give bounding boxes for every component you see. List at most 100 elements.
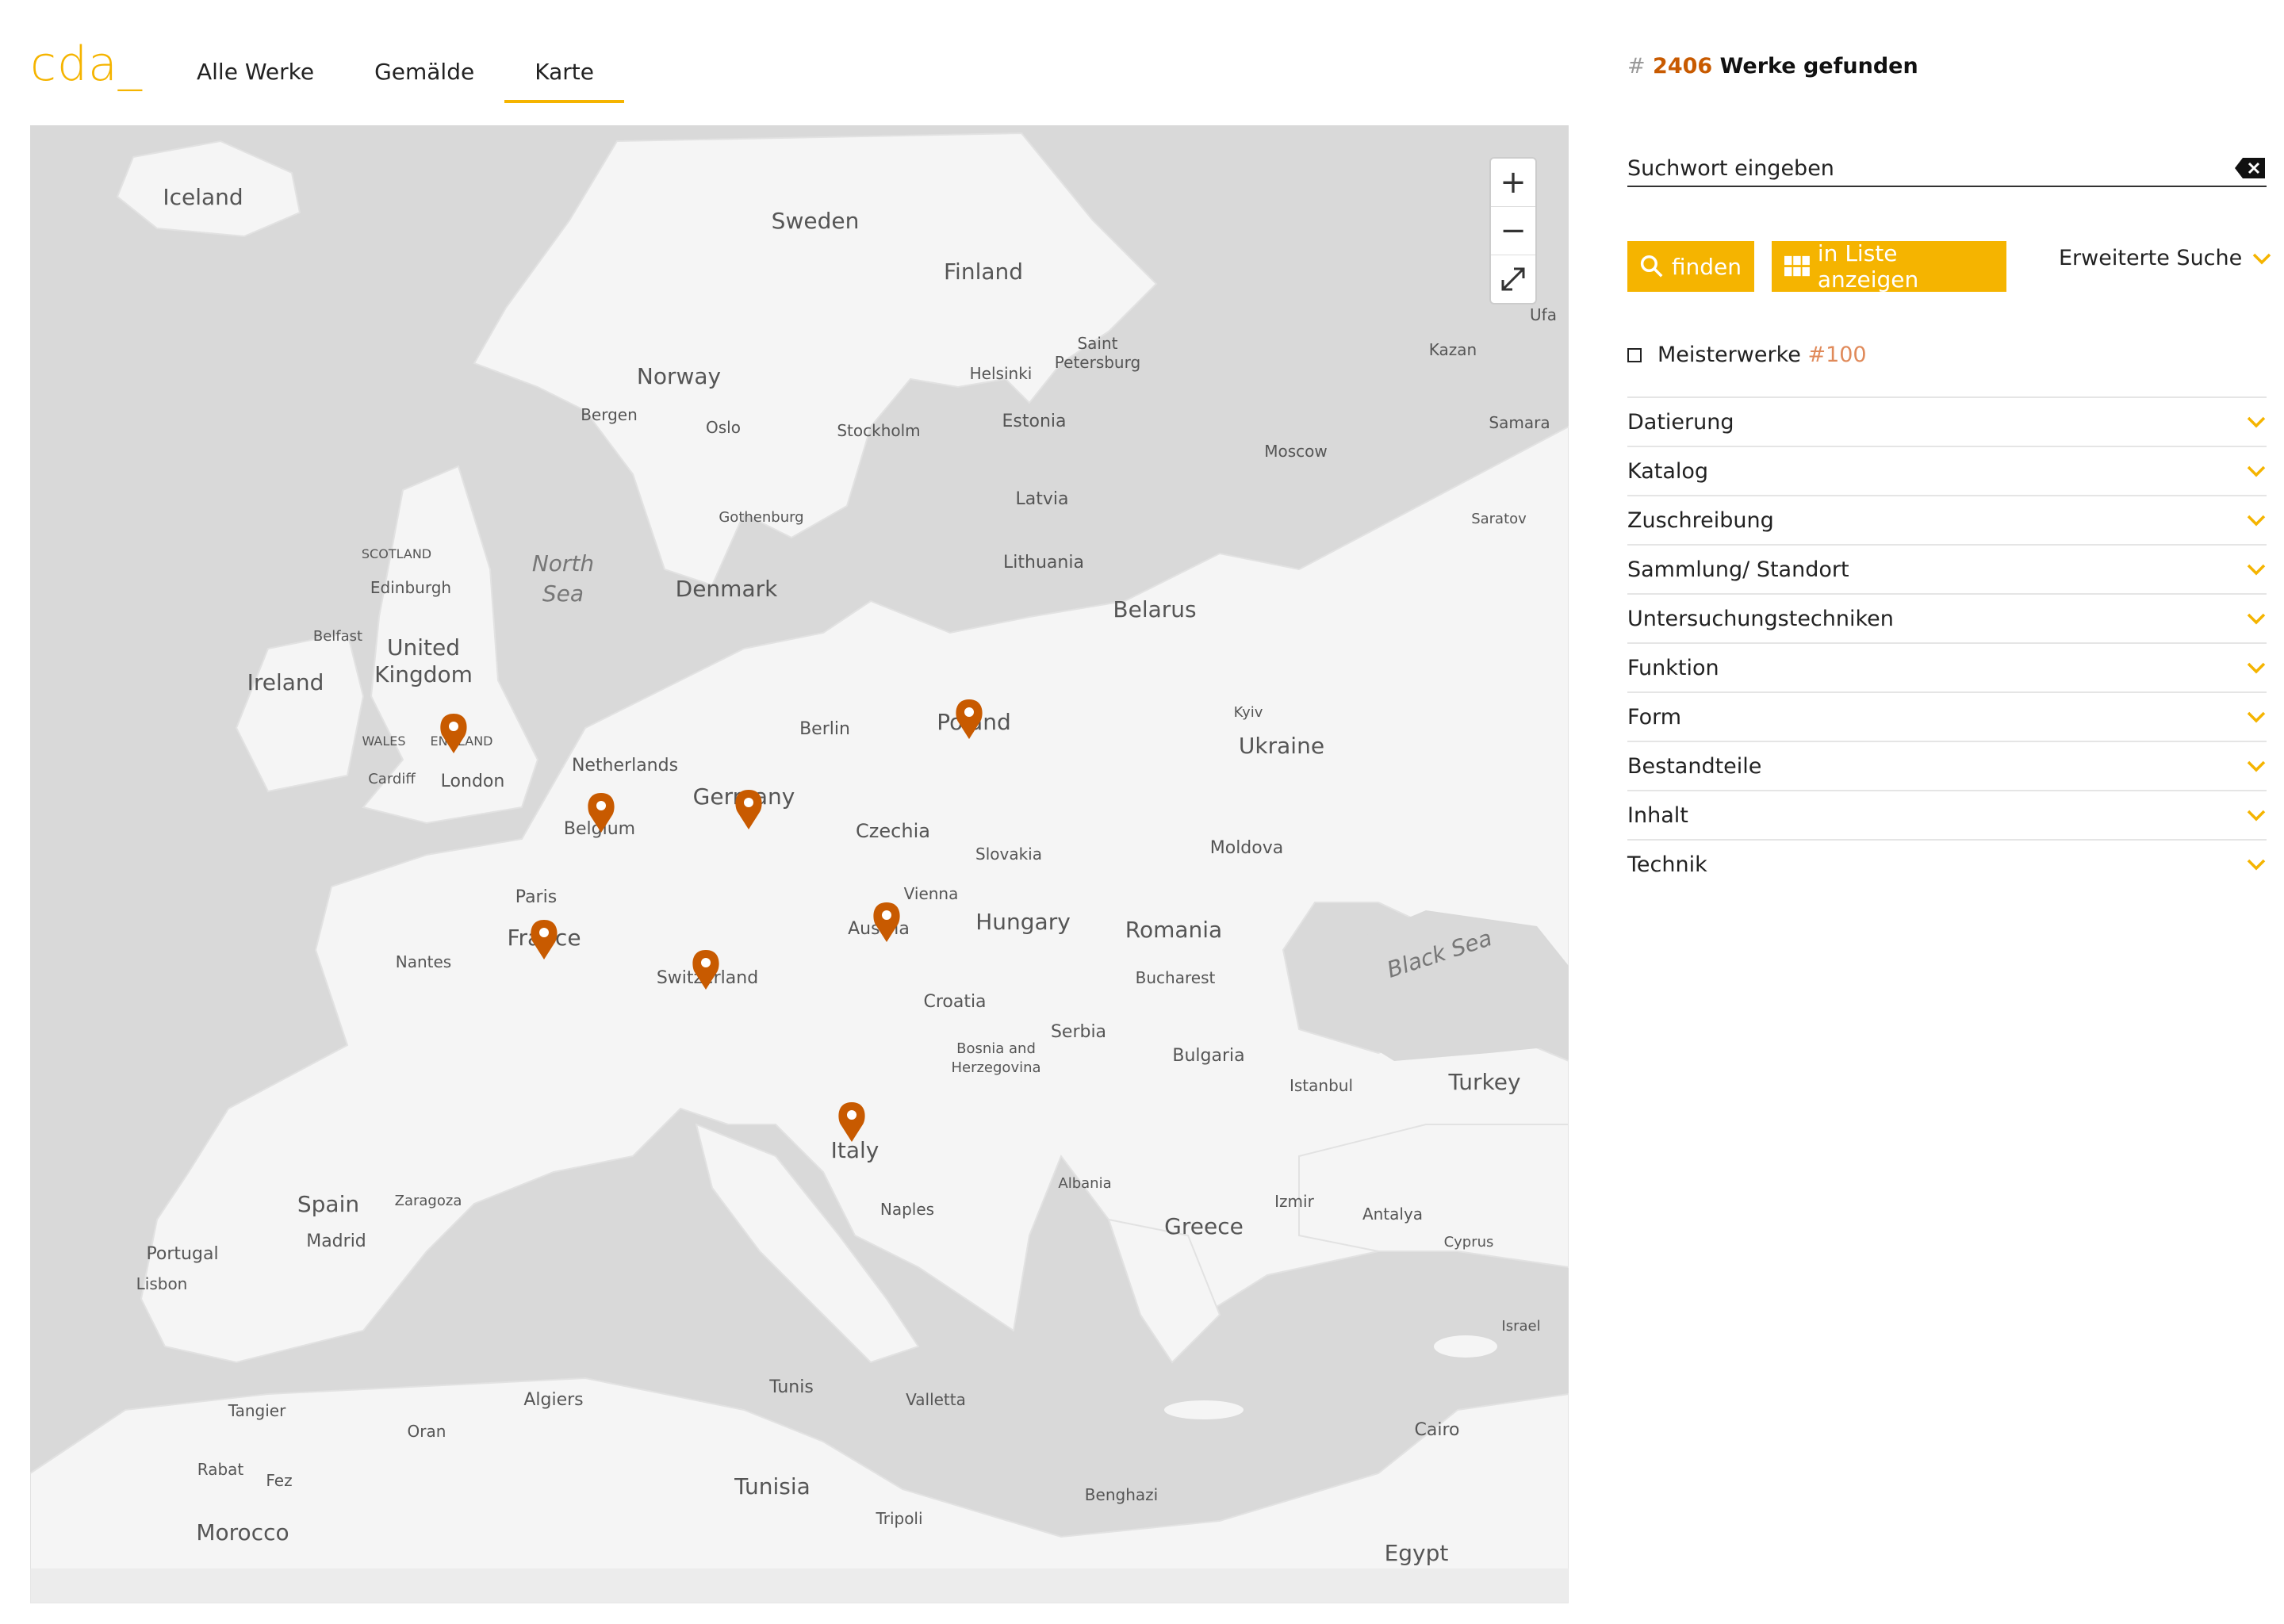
map-view[interactable]: Iceland Sweden Finland Norway Helsinki S… bbox=[30, 125, 1569, 1603]
clear-icon[interactable] bbox=[2235, 156, 2267, 180]
chevron-down-icon bbox=[2247, 515, 2266, 527]
label-denmark: Denmark bbox=[676, 576, 778, 602]
filter-label: Datierung bbox=[1627, 409, 1734, 435]
list-view-button[interactable]: in Liste anzeigen bbox=[1772, 240, 2006, 293]
search-input[interactable] bbox=[1627, 155, 2235, 181]
label-herzegovina: Herzegovina bbox=[951, 1059, 1040, 1076]
label-belarus: Belarus bbox=[1113, 596, 1196, 622]
filter-label: Form bbox=[1627, 704, 1682, 730]
label-scotland: SCOTLAND bbox=[362, 546, 431, 561]
label-stockholm: Stockholm bbox=[837, 421, 920, 440]
masterworks-count: #100 bbox=[1807, 343, 1867, 367]
label-tunis: Tunis bbox=[768, 1377, 814, 1397]
chevron-down-icon bbox=[2247, 416, 2266, 428]
label-benghazi: Benghazi bbox=[1085, 1485, 1158, 1504]
label-slovakia: Slovakia bbox=[975, 845, 1042, 864]
label-kingdom: Kingdom bbox=[374, 661, 473, 688]
label-iceland: Iceland bbox=[163, 184, 243, 210]
label-portugal: Portugal bbox=[146, 1244, 218, 1264]
label-italy: Italy bbox=[831, 1137, 879, 1163]
filter-datierung[interactable]: Datierung bbox=[1627, 396, 2267, 446]
search-icon bbox=[1640, 255, 1663, 278]
land-crete bbox=[1164, 1400, 1244, 1419]
filter-label: Sammlung/ Standort bbox=[1627, 557, 1849, 582]
label-belfast: Belfast bbox=[313, 628, 362, 645]
label-saratov: Saratov bbox=[1471, 511, 1527, 527]
tab-gemaelde[interactable]: Gemälde bbox=[344, 48, 504, 103]
label-morocco: Morocco bbox=[196, 1519, 289, 1545]
zoom-out-button[interactable]: − bbox=[1491, 207, 1535, 255]
label-madrid: Madrid bbox=[306, 1231, 366, 1251]
label-estonia: Estonia bbox=[1002, 412, 1067, 431]
chevron-down-icon bbox=[2247, 465, 2266, 477]
filter-funktion[interactable]: Funktion bbox=[1627, 642, 2267, 691]
label-turkey: Turkey bbox=[1447, 1069, 1520, 1095]
filter-label: Technik bbox=[1627, 852, 1707, 877]
masterworks-label: Meisterwerke bbox=[1657, 343, 1801, 367]
advanced-search-label: Erweiterte Suche bbox=[2059, 246, 2243, 270]
label-lithuania: Lithuania bbox=[1003, 553, 1084, 573]
main-nav: Alle Werke Gemälde Karte bbox=[167, 48, 624, 103]
label-oslo: Oslo bbox=[706, 418, 741, 437]
label-greece: Greece bbox=[1164, 1213, 1244, 1239]
label-nantes: Nantes bbox=[396, 952, 451, 971]
filter-list: Datierung Katalog Zuschreibung Sammlung/… bbox=[1627, 396, 2267, 888]
chevron-down-icon bbox=[2247, 810, 2266, 822]
fullscreen-button[interactable] bbox=[1491, 255, 1535, 303]
label-romania: Romania bbox=[1125, 917, 1222, 943]
filter-label: Bestandteile bbox=[1627, 753, 1762, 779]
filter-inhalt[interactable]: Inhalt bbox=[1627, 790, 2267, 839]
label-tunisia: Tunisia bbox=[734, 1473, 811, 1500]
filter-bestandteile[interactable]: Bestandteile bbox=[1627, 741, 2267, 790]
chevron-down-icon bbox=[2247, 613, 2266, 625]
filter-form[interactable]: Form bbox=[1627, 691, 2267, 741]
label-finland: Finland bbox=[944, 259, 1023, 285]
expand-icon bbox=[1501, 267, 1525, 291]
tab-karte[interactable]: Karte bbox=[504, 48, 624, 103]
label-bosnia: Bosnia and bbox=[956, 1040, 1036, 1057]
chevron-down-icon bbox=[2253, 253, 2271, 264]
result-number: 2406 bbox=[1653, 54, 1713, 79]
label-north-sea: Sea bbox=[542, 580, 584, 607]
label-netherlands: Netherlands bbox=[572, 756, 678, 776]
filter-sammlung[interactable]: Sammlung/ Standort bbox=[1627, 544, 2267, 593]
label-cyprus: Cyprus bbox=[1444, 1234, 1494, 1251]
zoom-in-button[interactable]: + bbox=[1491, 159, 1535, 207]
filter-technik[interactable]: Technik bbox=[1627, 839, 2267, 888]
label-ukraine: Ukraine bbox=[1239, 733, 1324, 759]
search-bar bbox=[1627, 151, 2267, 187]
label-paris: Paris bbox=[515, 887, 557, 907]
chevron-down-icon bbox=[2247, 711, 2266, 723]
chevron-down-icon bbox=[2247, 760, 2266, 772]
filter-zuschreibung[interactable]: Zuschreibung bbox=[1627, 495, 2267, 544]
label-czechia: Czechia bbox=[856, 820, 930, 842]
label-north: North bbox=[532, 550, 594, 576]
label-saint: Saint bbox=[1077, 334, 1117, 353]
land-cyprus bbox=[1434, 1335, 1497, 1358]
label-samara: Samara bbox=[1489, 413, 1550, 432]
result-hash: # bbox=[1627, 54, 1646, 79]
label-cardiff: Cardiff bbox=[368, 771, 416, 787]
filter-label: Inhalt bbox=[1627, 802, 1688, 828]
label-tripoli: Tripoli bbox=[875, 1509, 922, 1528]
label-algiers: Algiers bbox=[523, 1390, 583, 1410]
logo[interactable]: cda_ bbox=[30, 36, 143, 92]
label-gothenburg: Gothenburg bbox=[719, 509, 803, 526]
zoom-control: + − bbox=[1489, 157, 1537, 304]
filter-katalog[interactable]: Katalog bbox=[1627, 446, 2267, 495]
chevron-down-icon bbox=[2247, 564, 2266, 576]
tab-alle-werke[interactable]: Alle Werke bbox=[167, 48, 344, 103]
label-antalya: Antalya bbox=[1362, 1205, 1423, 1224]
label-ireland: Ireland bbox=[247, 669, 324, 695]
masterworks-checkbox[interactable] bbox=[1627, 347, 1642, 362]
find-button[interactable]: finden bbox=[1627, 241, 1754, 292]
label-serbia: Serbia bbox=[1051, 1022, 1106, 1042]
label-egypt: Egypt bbox=[1385, 1540, 1449, 1566]
map-canvas[interactable]: Iceland Sweden Finland Norway Helsinki S… bbox=[30, 125, 1569, 1603]
filter-label: Katalog bbox=[1627, 458, 1709, 484]
advanced-search-toggle[interactable]: Erweiterte Suche bbox=[2059, 246, 2272, 270]
filter-untersuchungstechniken[interactable]: Untersuchungstechniken bbox=[1627, 593, 2267, 642]
label-albania: Albania bbox=[1058, 1175, 1111, 1192]
label-moldova: Moldova bbox=[1210, 838, 1283, 858]
label-croatia: Croatia bbox=[923, 992, 986, 1012]
